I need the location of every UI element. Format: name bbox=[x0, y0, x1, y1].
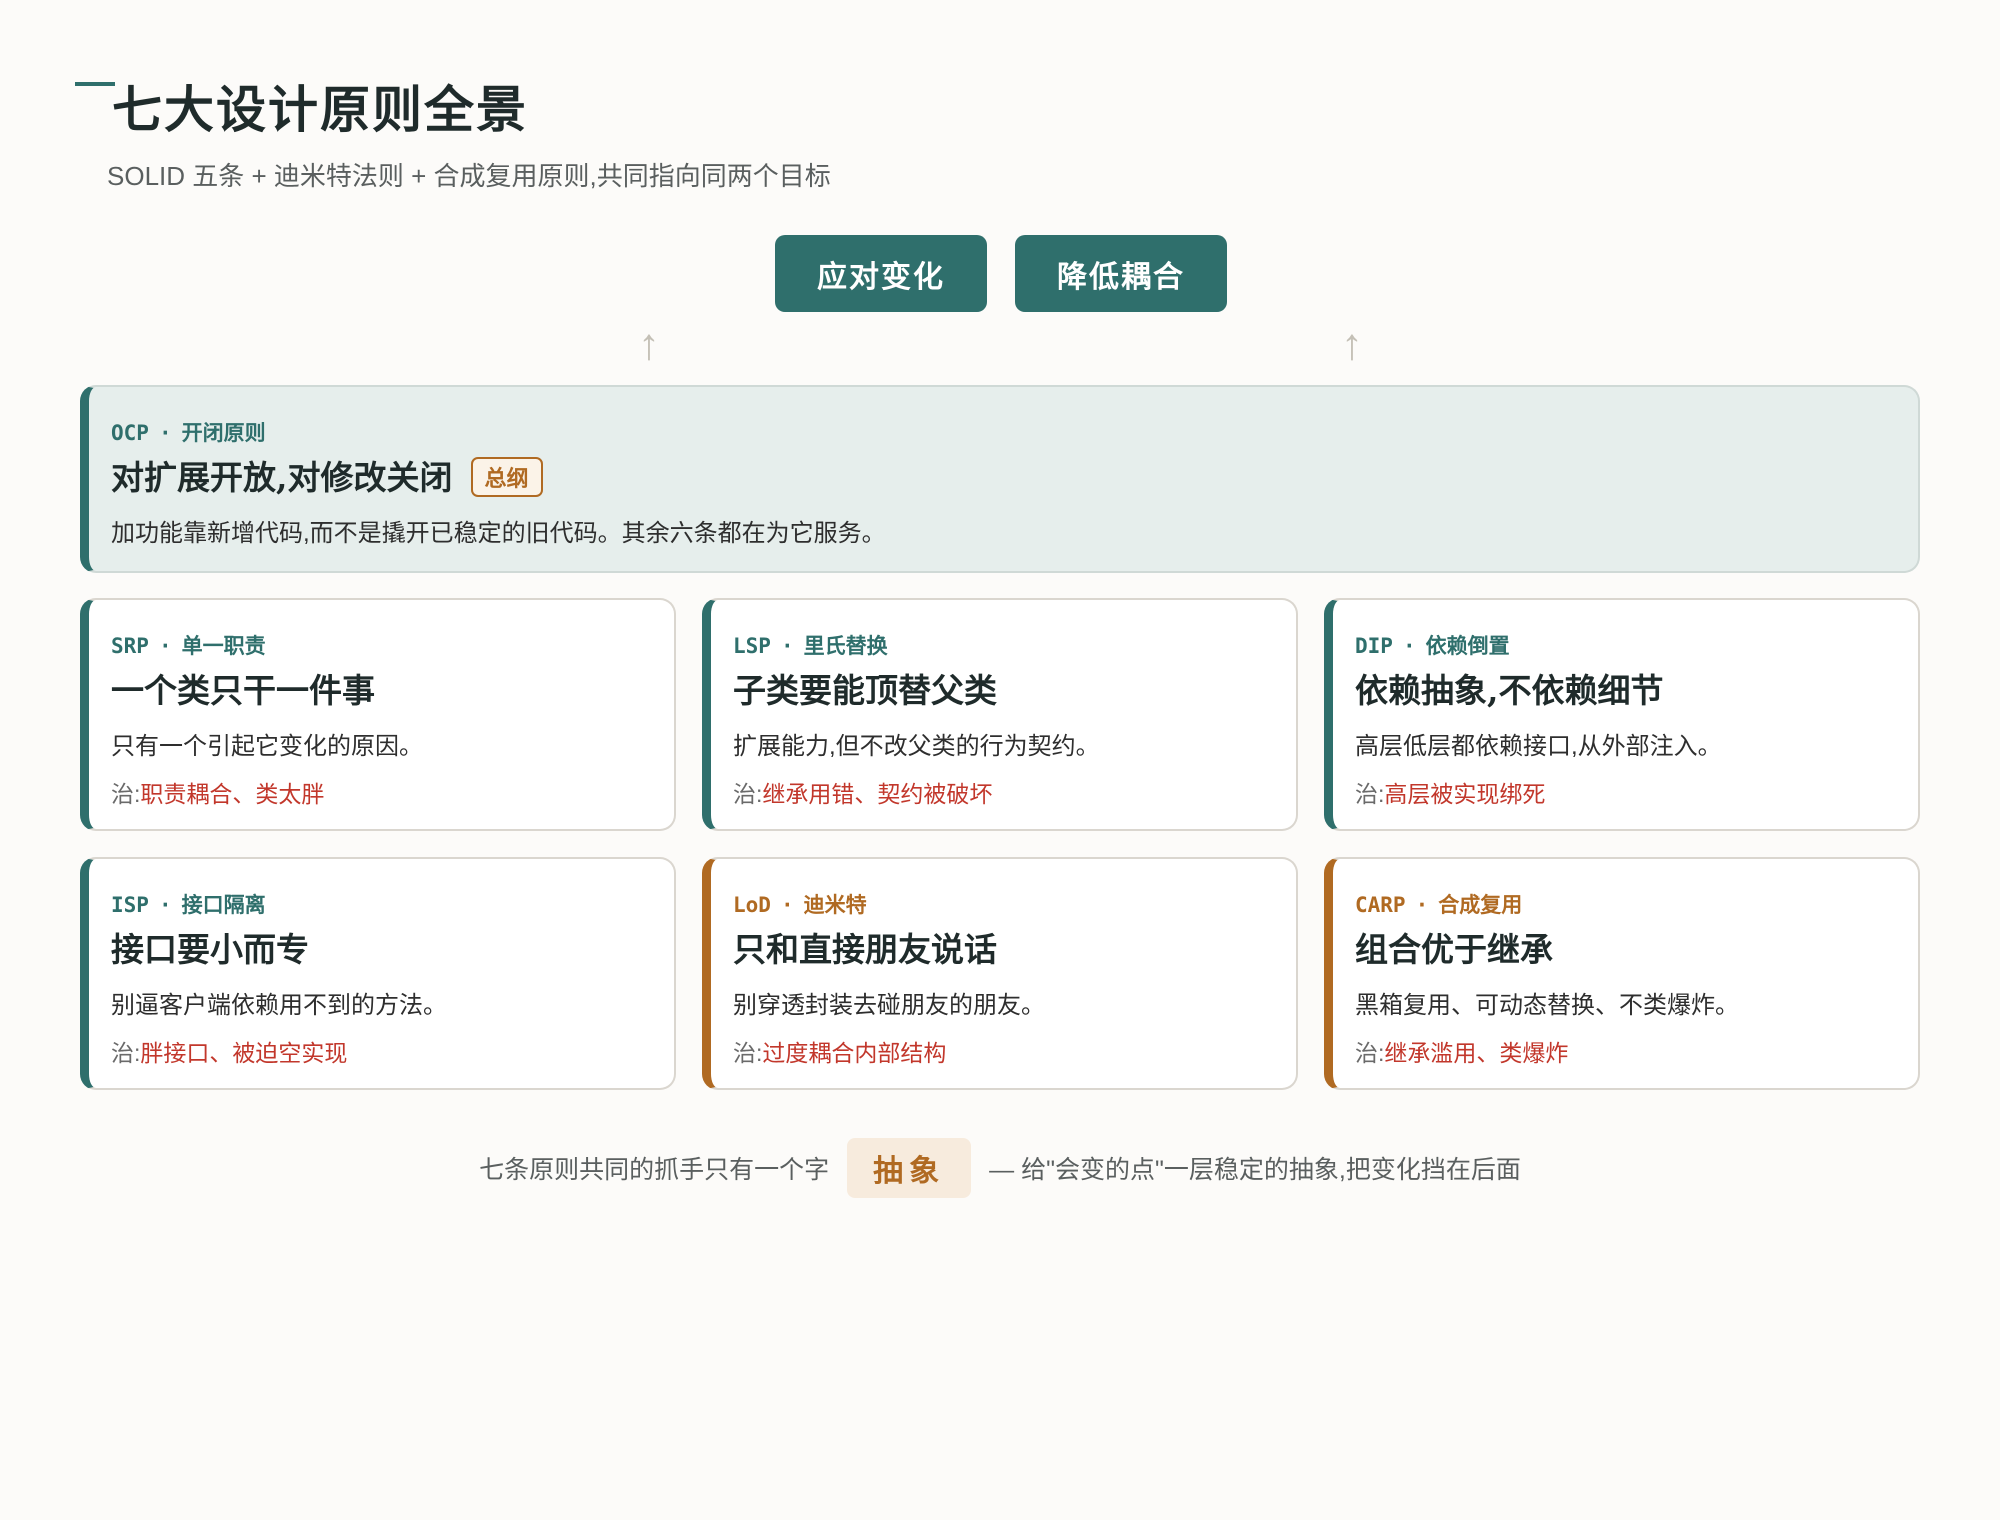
principle-name: 迪米特 bbox=[803, 893, 867, 917]
footer-keyword: 抽象 bbox=[847, 1138, 972, 1198]
goal-reduce-coupling: 降低耦合 bbox=[1015, 235, 1227, 312]
page-subtitle: SOLID 五条 + 迪米特法则 + 合成复用原则,共同指向同两个目标 bbox=[107, 161, 831, 191]
principle-tag: CARP · 合成复用 bbox=[1355, 893, 1523, 917]
principle-name: 单一职责 bbox=[181, 634, 266, 658]
principle-description: 只有一个引起它变化的原因。 bbox=[111, 733, 423, 760]
principle-treats: 治:职责耦合、类太胖 bbox=[111, 775, 324, 809]
treats-value: 继承滥用、类爆炸 bbox=[1384, 1040, 1569, 1066]
principle-tag: OCP · 开闭原则 bbox=[111, 421, 266, 445]
principle-headline: 组合优于继承 bbox=[1355, 930, 1553, 969]
treats-label: 治: bbox=[733, 1040, 763, 1066]
page-title: 七大设计原则全景 bbox=[112, 80, 528, 139]
principle-headline: 子类要能顶替父类 bbox=[733, 671, 997, 710]
principle-headline: 接口要小而专 bbox=[111, 930, 309, 969]
principle-card-dip: DIP · 依赖倒置 依赖抽象,不依赖细节 高层低层都依赖接口,从外部注入。 治:高… bbox=[1324, 598, 1920, 831]
principle-treats: 治:继承滥用、类爆炸 bbox=[1355, 1034, 1568, 1068]
treats-value: 过度耦合内部结构 bbox=[762, 1040, 947, 1066]
principle-treats: 治:过度耦合内部结构 bbox=[733, 1034, 946, 1068]
principle-code: DIP bbox=[1355, 634, 1393, 658]
principle-tag: DIP · 依赖倒置 bbox=[1355, 634, 1510, 658]
principle-card-isp: ISP · 接口隔离 接口要小而专 别逼客户端依赖用不到的方法。 治:胖接口、被迫空… bbox=[80, 857, 676, 1090]
goal-adapt-change: 应对变化 bbox=[775, 235, 987, 312]
principle-description: 黑箱复用、可动态替换、不类爆炸。 bbox=[1355, 992, 1739, 1019]
summary-badge: 总纲 bbox=[470, 457, 543, 497]
principle-description: 别穿透封装去碰朋友的朋友。 bbox=[733, 992, 1045, 1019]
principle-headline: 一个类只干一件事 bbox=[111, 671, 375, 710]
principle-code: OCP bbox=[111, 421, 149, 445]
principle-name: 合成复用 bbox=[1438, 893, 1523, 917]
treats-value: 胖接口、被迫空实现 bbox=[140, 1040, 348, 1066]
principle-headline: 对扩展开放,对修改关闭 总纲 bbox=[111, 451, 543, 500]
title-accent-bar bbox=[75, 82, 115, 86]
treats-label: 治: bbox=[1355, 781, 1385, 807]
principle-description: 高层低层都依赖接口,从外部注入。 bbox=[1355, 733, 1722, 760]
principle-description: 加功能靠新增代码,而不是撬开已稳定的旧代码。其余六条都在为它服务。 bbox=[111, 520, 886, 547]
principle-treats: 治:胖接口、被迫空实现 bbox=[111, 1034, 347, 1068]
footer-tail: — 给"会变的点"一层稳定的抽象,把变化挡在后面 bbox=[989, 1156, 1521, 1184]
footer-summary: 七条原则共同的抓手只有一个字 抽象 — 给"会变的点"一层稳定的抽象,把变化挡在… bbox=[0, 1138, 2000, 1198]
principle-headline: 只和直接朋友说话 bbox=[733, 930, 997, 969]
principle-description: 别逼客户端依赖用不到的方法。 bbox=[111, 992, 447, 1019]
treats-label: 治: bbox=[111, 1040, 141, 1066]
up-arrow-icon: ↑ bbox=[1341, 320, 1363, 369]
principle-code: ISP bbox=[111, 893, 149, 917]
principle-headline-text: 对扩展开放,对修改关闭 bbox=[111, 458, 453, 497]
principle-tag: ISP · 接口隔离 bbox=[111, 893, 266, 917]
principle-tag: SRP · 单一职责 bbox=[111, 634, 266, 658]
principle-tag: LSP · 里氏替换 bbox=[733, 634, 888, 658]
principle-card-srp: SRP · 单一职责 一个类只干一件事 只有一个引起它变化的原因。 治:职责耦合、类… bbox=[80, 598, 676, 831]
treats-value: 继承用错、契约被破坏 bbox=[762, 781, 993, 807]
principle-card-carp: CARP · 合成复用 组合优于继承 黑箱复用、可动态替换、不类爆炸。 治:继承滥用… bbox=[1324, 857, 1920, 1090]
treats-label: 治: bbox=[111, 781, 141, 807]
treats-value: 职责耦合、类太胖 bbox=[140, 781, 325, 807]
principle-treats: 治:继承用错、契约被破坏 bbox=[733, 775, 992, 809]
up-arrow-icon: ↑ bbox=[638, 320, 660, 369]
treats-label: 治: bbox=[1355, 1040, 1385, 1066]
treats-value: 高层被实现绑死 bbox=[1384, 781, 1546, 807]
principle-name: 里氏替换 bbox=[803, 634, 888, 658]
principle-code: LoD bbox=[733, 893, 771, 917]
principle-headline: 依赖抽象,不依赖细节 bbox=[1355, 671, 1664, 710]
principle-name: 开闭原则 bbox=[181, 421, 266, 445]
principle-code: LSP bbox=[733, 634, 771, 658]
principle-name: 接口隔离 bbox=[181, 893, 266, 917]
principle-card-ocp: OCP · 开闭原则 对扩展开放,对修改关闭 总纲 加功能靠新增代码,而不是撬开已稳定… bbox=[80, 385, 1920, 573]
treats-label: 治: bbox=[733, 781, 763, 807]
principle-card-lod: LoD · 迪米特 只和直接朋友说话 别穿透封装去碰朋友的朋友。 治:过度耦合内部结… bbox=[702, 857, 1298, 1090]
principle-description: 扩展能力,但不改父类的行为契约。 bbox=[733, 733, 1100, 760]
footer-lead: 七条原则共同的抓手只有一个字 bbox=[479, 1156, 830, 1184]
principle-code: CARP bbox=[1355, 893, 1406, 917]
principle-card-lsp: LSP · 里氏替换 子类要能顶替父类 扩展能力,但不改父类的行为契约。 治:继承用… bbox=[702, 598, 1298, 831]
principle-name: 依赖倒置 bbox=[1425, 634, 1510, 658]
principle-tag: LoD · 迪米特 bbox=[733, 893, 867, 917]
principle-treats: 治:高层被实现绑死 bbox=[1355, 775, 1545, 809]
principle-code: SRP bbox=[111, 634, 149, 658]
